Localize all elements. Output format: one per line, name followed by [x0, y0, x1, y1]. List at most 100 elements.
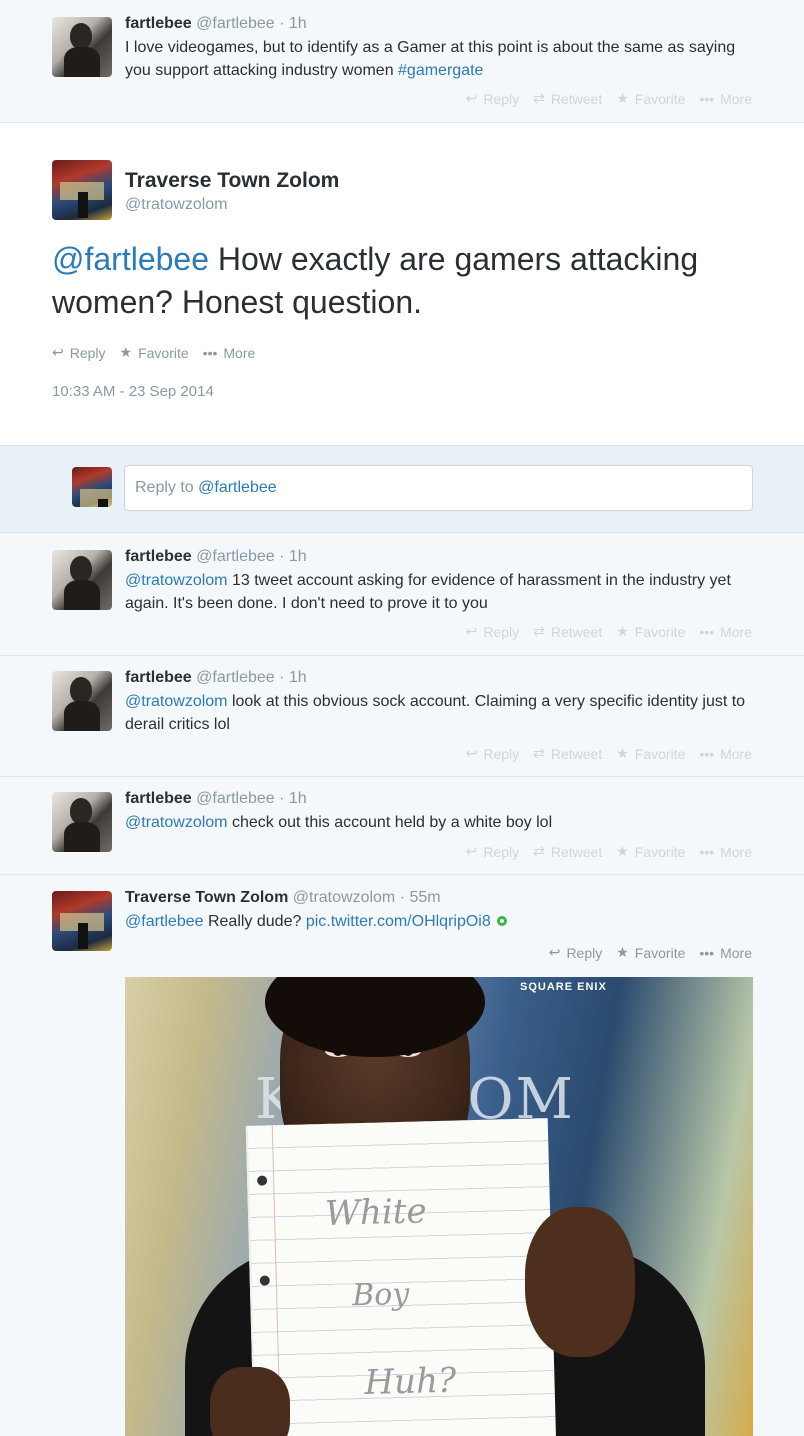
mention-link[interactable]: @tratowzolom — [125, 814, 228, 831]
ellipsis-icon: ••• — [699, 623, 715, 640]
favorite-label: Favorite — [634, 90, 686, 107]
tweet-actions: ↩ Reply ★ Favorite ••• More — [549, 944, 752, 961]
favorite-button[interactable]: ★ Favorite — [616, 944, 685, 961]
reply-button[interactable]: ↩ Reply — [466, 843, 520, 860]
tweet-reply[interactable]: fartlebee @fartlebee · 1h @tratowzolom c… — [0, 777, 804, 875]
more-label: More — [720, 623, 752, 640]
favorite-button[interactable]: ★ Favorite — [616, 843, 685, 860]
tweet-time[interactable]: 1h — [289, 669, 307, 686]
tweet-text: I love videogames, but to identify as a … — [125, 36, 752, 82]
mention-link[interactable]: @fartlebee — [52, 241, 209, 277]
more-button[interactable]: ••• More — [699, 843, 752, 860]
reply-arrow-icon: ↩ — [465, 623, 478, 639]
tweet-text: @tratowzolom check out this account held… — [125, 811, 752, 834]
reply-button[interactable]: ↩ Reply — [466, 623, 520, 640]
favorite-button[interactable]: ★ Favorite — [616, 745, 685, 762]
retweet-label: Retweet — [550, 843, 603, 860]
author-handle[interactable]: @fartlebee — [196, 669, 275, 686]
author-handle[interactable]: @fartlebee — [196, 548, 275, 565]
avatar[interactable] — [52, 550, 112, 610]
star-icon: ★ — [616, 623, 629, 639]
retweet-label: Retweet — [550, 745, 603, 762]
more-label: More — [720, 944, 752, 961]
photo-indicator-icon — [496, 916, 507, 926]
reply-arrow-icon: ↩ — [465, 843, 478, 859]
reply-composer: Reply to @fartlebee — [0, 445, 804, 533]
tweet-time[interactable]: 1h — [289, 548, 307, 565]
retweet-button[interactable]: ⇄ Retweet — [533, 623, 602, 640]
author-handle[interactable]: @fartlebee — [196, 790, 275, 807]
tweet-parent[interactable]: fartlebee @fartlebee · 1h I love videoga… — [0, 0, 804, 123]
reply-button[interactable]: ↩ Reply — [52, 344, 106, 361]
favorite-label: Favorite — [634, 843, 686, 860]
separator: · — [399, 889, 406, 906]
paper-hole — [257, 1175, 268, 1186]
more-label: More — [720, 745, 752, 762]
author-handle[interactable]: @tratowzolom — [293, 889, 396, 906]
favorite-label: Favorite — [634, 944, 686, 961]
tweet-reply[interactable]: fartlebee @fartlebee · 1h @tratowzolom l… — [0, 656, 804, 777]
photo-note-paper: White Boy Huh? — [245, 1118, 557, 1436]
tweet-reply[interactable]: fartlebee @fartlebee · 1h @tratowzolom 1… — [0, 533, 804, 656]
avatar[interactable] — [52, 891, 112, 951]
pic-link[interactable]: pic.twitter.com/OHlqripOi8 — [306, 913, 491, 930]
tweet-time[interactable]: 1h — [289, 15, 307, 32]
author-name[interactable]: fartlebee — [125, 669, 192, 686]
reply-label: Reply — [69, 344, 106, 361]
more-button[interactable]: ••• More — [699, 623, 752, 640]
favorite-button[interactable]: ★ Favorite — [120, 344, 189, 361]
tweet-timestamp[interactable]: 10:33 AM - 23 Sep 2014 — [52, 383, 214, 400]
more-button[interactable]: ••• More — [699, 745, 752, 762]
retweet-icon: ⇄ — [533, 745, 545, 761]
separator: · — [279, 669, 285, 686]
tweet-text: @fartlebee Really dude? pic.twitter.com/… — [125, 910, 752, 933]
retweet-button[interactable]: ⇄ Retweet — [533, 745, 602, 762]
reply-button[interactable]: ↩ Reply — [466, 90, 520, 107]
mention-link[interactable]: @tratowzolom — [125, 572, 228, 589]
favorite-button[interactable]: ★ Favorite — [616, 90, 685, 107]
more-label: More — [720, 90, 752, 107]
photo-hand-left — [210, 1367, 290, 1436]
tweet-header: Traverse Town Zolom @tratowzolom · 55m — [125, 888, 752, 908]
retweet-label: Retweet — [550, 623, 603, 640]
author-handle[interactable]: @fartlebee — [196, 15, 275, 32]
avatar[interactable] — [52, 671, 112, 731]
reply-button[interactable]: ↩ Reply — [466, 745, 520, 762]
author-name[interactable]: Traverse Town Zolom — [125, 889, 288, 906]
tweet-actions: ↩ Reply ★ Favorite ••• More — [52, 344, 255, 361]
tweet-photo[interactable]: SQUARE ENIX KINGDOM HEARTS White Boy Huh… — [125, 977, 753, 1436]
more-button[interactable]: ••• More — [203, 344, 256, 361]
paper-hole — [259, 1275, 270, 1286]
more-button[interactable]: ••• More — [699, 90, 752, 107]
tweet-header: fartlebee @fartlebee · 1h — [125, 668, 752, 688]
tweet-time[interactable]: 1h — [289, 790, 307, 807]
author-name[interactable]: fartlebee — [125, 15, 192, 32]
reply-arrow-icon: ↩ — [548, 944, 561, 960]
reply-label: Reply — [483, 623, 520, 640]
reply-label: Reply — [483, 745, 520, 762]
hashtag-link[interactable]: #gamergate — [398, 62, 483, 79]
favorite-button[interactable]: ★ Favorite — [616, 623, 685, 640]
retweet-button[interactable]: ⇄ Retweet — [533, 90, 602, 107]
retweet-label: Retweet — [550, 90, 603, 107]
reply-input[interactable]: Reply to @fartlebee — [124, 465, 753, 511]
reply-button[interactable]: ↩ Reply — [549, 944, 603, 961]
retweet-button[interactable]: ⇄ Retweet — [533, 843, 602, 860]
reply-label: Reply — [566, 944, 603, 961]
more-label: More — [720, 843, 752, 860]
author-name[interactable]: Traverse Town Zolom — [125, 169, 752, 193]
star-icon: ★ — [616, 944, 629, 960]
author-name[interactable]: fartlebee — [125, 548, 192, 565]
mention-link[interactable]: @tratowzolom — [125, 693, 228, 710]
avatar[interactable] — [52, 792, 112, 852]
more-button[interactable]: ••• More — [699, 944, 752, 961]
star-icon: ★ — [119, 344, 133, 360]
avatar[interactable] — [52, 17, 112, 77]
ellipsis-icon: ••• — [699, 944, 715, 961]
mention-link[interactable]: @fartlebee — [125, 913, 204, 930]
avatar[interactable] — [52, 160, 112, 220]
tweet-time[interactable]: 55m — [409, 889, 440, 906]
reply-prefix: Reply to — [135, 479, 199, 496]
author-name[interactable]: fartlebee — [125, 790, 192, 807]
author-handle[interactable]: @tratowzolom — [125, 196, 752, 214]
